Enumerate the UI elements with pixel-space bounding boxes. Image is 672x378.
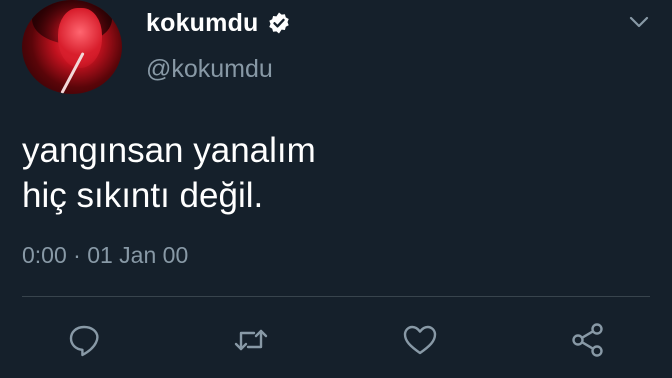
author-name-row: kokumdu [146,8,291,38]
reply-icon [66,322,102,358]
user-handle[interactable]: @kokumdu [146,54,273,84]
display-name[interactable]: kokumdu [146,8,259,38]
tweet-text: yangınsan yanalım hiç sıkıntı değil. [22,128,642,218]
retweet-button[interactable] [231,320,271,360]
tweet-text-line: hiç sıkıntı değil. [22,176,264,215]
verified-badge-icon [267,11,291,35]
tweet-card: kokumdu @kokumdu yangınsan yanalım hiç s… [0,0,672,378]
share-icon [569,321,607,359]
tweet-timestamp[interactable]: 0:00 · 01 Jan 00 [22,240,188,270]
retweet-icon [231,322,271,358]
like-button[interactable] [400,320,440,360]
divider [22,296,650,297]
share-button[interactable] [568,320,608,360]
reply-button[interactable] [64,320,104,360]
tweet-text-line: yangınsan yanalım [22,131,316,170]
chevron-down-icon[interactable] [628,14,650,30]
heart-icon [401,322,439,358]
avatar[interactable] [22,0,122,94]
